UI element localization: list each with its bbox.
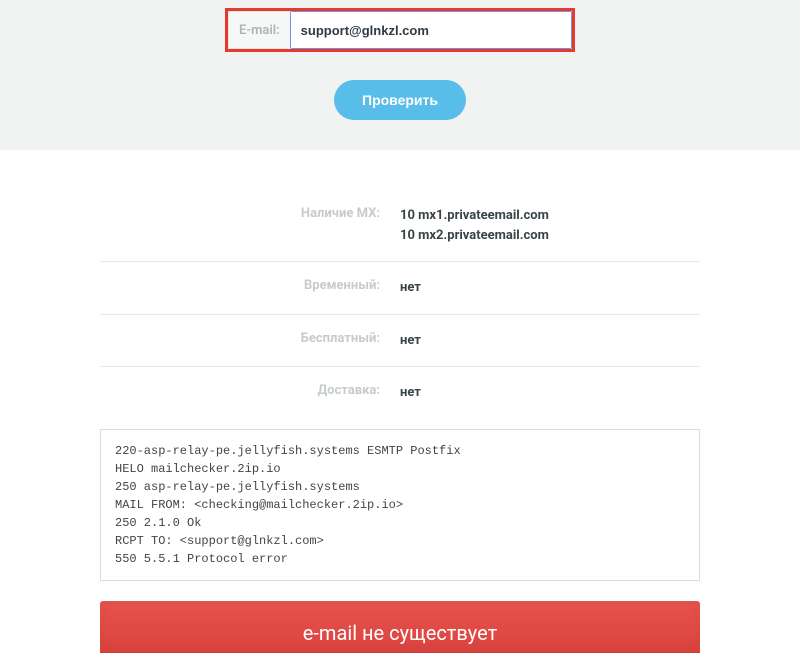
mx-value: 10 mx1.privateemail.com 10 mx2.privateem… [400,206,700,245]
check-form-panel: E-mail: Проверить [0,0,800,150]
row-temporary: Временный: нет [100,261,700,314]
temporary-label: Временный: [100,278,400,293]
delivery-label: Доставка: [100,383,400,398]
free-value: нет [400,331,700,351]
temporary-value: нет [400,278,700,298]
mx-record: 10 mx2.privateemail.com [400,226,700,246]
email-box: E-mail: [225,8,575,52]
row-mx: Наличие MX: 10 mx1.privateemail.com 10 m… [100,190,700,261]
mx-record: 10 mx1.privateemail.com [400,206,700,226]
row-delivery: Доставка: нет [100,366,700,419]
row-free: Бесплатный: нет [100,314,700,367]
free-label: Бесплатный: [100,331,400,346]
email-label: E-mail: [228,11,290,49]
verdict-banner: e-mail не существует [100,601,700,653]
delivery-value: нет [400,383,700,403]
email-input[interactable] [291,12,571,48]
smtp-log: 220-asp-relay-pe.jellyfish.systems ESMTP… [100,429,700,581]
mx-label: Наличие MX: [100,206,400,221]
check-button[interactable]: Проверить [334,80,466,120]
email-input-wrap [290,11,572,49]
results-table: Наличие MX: 10 mx1.privateemail.com 10 m… [100,190,700,419]
